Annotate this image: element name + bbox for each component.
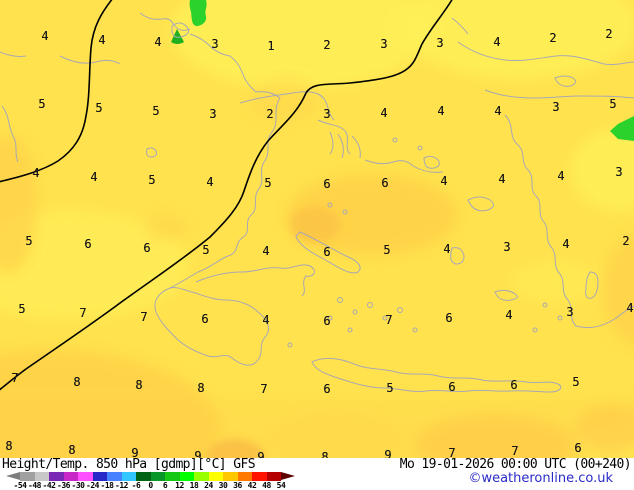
greece-weather-map-svg	[0, 0, 634, 458]
scale-segment	[20, 472, 35, 481]
scale-segment	[266, 472, 281, 481]
scale-tick-label: 24	[204, 481, 213, 490]
scale-segment	[49, 472, 64, 481]
scale-segment	[92, 472, 107, 481]
map-area: 4443123342255532344435445456644435665465…	[0, 0, 634, 458]
scale-tick-label: 42	[247, 481, 257, 490]
scale-tick-label: -36	[57, 481, 70, 490]
scale-tick-label: 30	[218, 481, 228, 490]
scale-segment	[121, 472, 136, 481]
scale-tick-label: 6	[162, 481, 168, 490]
temperature-color-scale: -54 -48 -42 -36 -30 -24 -18 -12 -6 0 6 12 18 24 30 36 42…	[6, 472, 306, 490]
copyright-link[interactable]: ©weatheronline.co.uk	[468, 472, 613, 486]
forecast-datetime: Mo 19-01-2026 00:00 UTC (00+240)	[399, 457, 632, 472]
weather-map-screenshot: 4443123342255532344435445456644435665465…	[0, 0, 634, 490]
scale-segment	[208, 472, 223, 481]
footer-bar: Height/Temp. 850 hPa [gdmp][°C] GFS Mo 1…	[0, 458, 634, 490]
scale-segment	[223, 472, 238, 481]
scale-tick-label: 0	[148, 481, 153, 490]
scale-segment	[150, 472, 165, 481]
scale-tick-label: 48	[262, 481, 271, 490]
color-scale-labels: -54 -48 -42 -36 -30 -24 -18 -12 -6 0 6 12 18 24 30 36 42…	[14, 481, 300, 490]
scale-tick-label: -6	[131, 481, 141, 490]
scale-tick-label: -30	[71, 481, 85, 490]
scale-segment	[237, 472, 252, 481]
scale-segment	[34, 472, 49, 481]
scale-segment	[194, 472, 209, 481]
scale-tick-label: -42	[42, 481, 56, 490]
map-title: Height/Temp. 850 hPa [gdmp][°C] GFS	[2, 457, 256, 472]
scale-tick-label: -54	[13, 481, 27, 490]
color-scale-bar	[20, 472, 281, 481]
scale-tick-label: -18	[100, 481, 114, 490]
scale-segment	[107, 472, 122, 481]
scale-tick-label: -12	[115, 481, 128, 490]
scale-segment	[78, 472, 93, 481]
scale-arrow-left	[6, 472, 20, 480]
scale-tick-label: -48	[28, 481, 41, 490]
scale-segment	[63, 472, 78, 481]
scale-arrow-right	[281, 472, 295, 480]
scale-tick-label: 54	[276, 481, 286, 490]
scale-segment	[179, 472, 194, 481]
scale-tick-label: 18	[189, 481, 199, 490]
scale-segment	[136, 472, 151, 481]
scale-tick-label: 12	[175, 481, 184, 490]
scale-segment	[165, 472, 180, 481]
scale-tick-label: 36	[233, 481, 242, 490]
scale-tick-label: -24	[86, 481, 99, 490]
scale-segment	[252, 472, 267, 481]
